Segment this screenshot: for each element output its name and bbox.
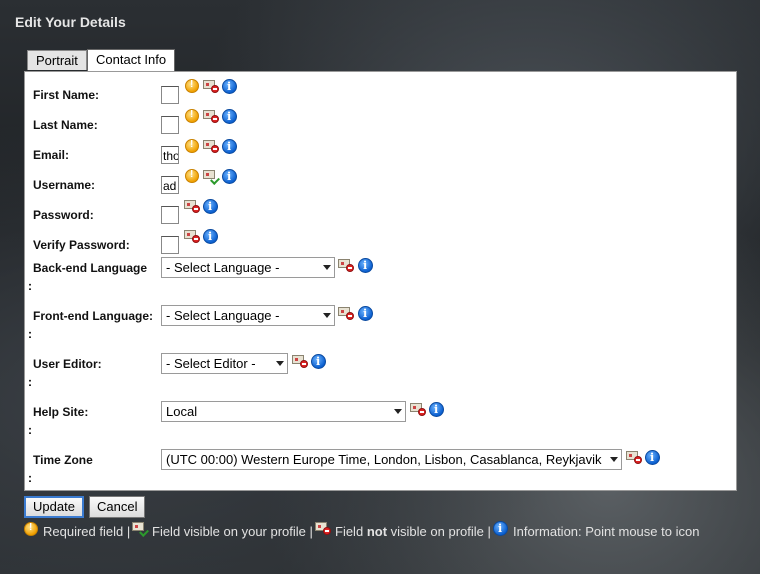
legend-required-text: Required field | — [43, 524, 131, 539]
contact-info-panel: First Name: Last Name: Email: tho Userna… — [24, 71, 737, 491]
required-icon — [185, 79, 199, 93]
verify-password-input[interactable] — [161, 236, 179, 254]
backend-language-label: Back-end Language — [33, 261, 148, 275]
legend-not-visible-bold: not — [366, 524, 388, 539]
information-icon[interactable] — [311, 354, 326, 369]
frontend-language-colon: : — [28, 327, 32, 341]
user-editor-colon: : — [28, 375, 32, 389]
tab-portrait[interactable]: Portrait — [27, 50, 87, 70]
legend-not-visible-text: Field not visible on profile | — [335, 524, 491, 539]
backend-language-selected: - Select Language - — [166, 260, 280, 275]
user-editor-selected: - Select Editor - — [166, 356, 256, 371]
not-visible-on-profile-icon[interactable] — [626, 451, 642, 464]
required-icon — [185, 109, 199, 123]
email-input[interactable]: tho — [161, 146, 179, 164]
legend-not-visible-pre: Field — [335, 524, 364, 539]
information-icon[interactable] — [222, 139, 237, 154]
information-icon[interactable] — [203, 199, 218, 214]
not-visible-on-profile-icon[interactable] — [184, 200, 200, 213]
help-site-colon: : — [28, 423, 32, 437]
visible-on-profile-icon — [132, 522, 149, 537]
information-icon[interactable] — [203, 229, 218, 244]
visible-on-profile-icon[interactable] — [203, 170, 220, 185]
required-icon — [24, 522, 38, 536]
time-zone-label: Time Zone — [33, 453, 93, 467]
last-name-label: Last Name: — [33, 118, 98, 132]
last-name-input[interactable] — [161, 116, 179, 134]
help-site-selected: Local — [166, 404, 198, 419]
tab-contact-info[interactable]: Contact Info — [87, 49, 176, 71]
user-editor-select[interactable]: - Select Editor - — [161, 353, 288, 374]
frontend-language-select[interactable]: - Select Language - — [161, 305, 335, 326]
information-icon[interactable] — [222, 169, 237, 184]
dialog-title: Edit Your Details — [15, 14, 126, 30]
username-input[interactable]: ad — [161, 176, 179, 194]
username-label: Username: — [33, 178, 96, 192]
backend-language-colon: : — [28, 279, 32, 293]
frontend-language-selected: - Select Language - — [166, 308, 280, 323]
not-visible-on-profile-icon[interactable] — [338, 259, 354, 272]
user-editor-label: User Editor: — [33, 357, 102, 371]
backend-language-select[interactable]: - Select Language - — [161, 257, 335, 278]
first-name-input[interactable] — [161, 86, 179, 104]
not-visible-on-profile-icon[interactable] — [184, 230, 200, 243]
chevron-down-icon — [394, 409, 402, 414]
help-site-select[interactable]: Local — [161, 401, 406, 422]
not-visible-on-profile-icon[interactable] — [203, 140, 219, 153]
not-visible-on-profile-icon — [315, 522, 331, 535]
required-icon — [185, 139, 199, 153]
information-icon[interactable] — [429, 402, 444, 417]
chevron-down-icon — [610, 457, 618, 462]
legend-information-text: Information: Point mouse to icon — [513, 524, 700, 539]
information-icon[interactable] — [645, 450, 660, 465]
time-zone-select[interactable]: (UTC 00:00) Western Europe Time, London,… — [161, 449, 622, 470]
not-visible-on-profile-icon[interactable] — [203, 80, 219, 93]
time-zone-selected: (UTC 00:00) Western Europe Time, London,… — [166, 452, 602, 467]
password-input[interactable] — [161, 206, 179, 224]
not-visible-on-profile-icon[interactable] — [338, 307, 354, 320]
first-name-label: First Name: — [33, 88, 100, 102]
not-visible-on-profile-icon[interactable] — [203, 110, 219, 123]
information-icon — [493, 521, 508, 536]
information-icon[interactable] — [222, 79, 237, 94]
required-icon — [185, 169, 199, 183]
information-icon[interactable] — [358, 306, 373, 321]
verify-password-label: Verify Password: — [33, 238, 130, 252]
chevron-down-icon — [323, 313, 331, 318]
information-icon[interactable] — [358, 258, 373, 273]
email-label: Email: — [33, 148, 70, 162]
time-zone-colon: : — [28, 471, 32, 485]
information-icon[interactable] — [222, 109, 237, 124]
chevron-down-icon — [323, 265, 331, 270]
chevron-down-icon — [276, 361, 284, 366]
legend-not-visible-post: visible on profile | — [390, 524, 491, 539]
cancel-button[interactable]: Cancel — [89, 496, 146, 518]
not-visible-on-profile-icon[interactable] — [410, 403, 426, 416]
update-button[interactable]: Update — [24, 496, 84, 518]
frontend-language-label: Front-end Language: — [33, 309, 153, 323]
not-visible-on-profile-icon[interactable] — [292, 355, 308, 368]
help-site-label: Help Site: — [33, 405, 89, 419]
legend-visible-text: Field visible on your profile | — [152, 524, 313, 539]
password-label: Password: — [33, 208, 94, 222]
